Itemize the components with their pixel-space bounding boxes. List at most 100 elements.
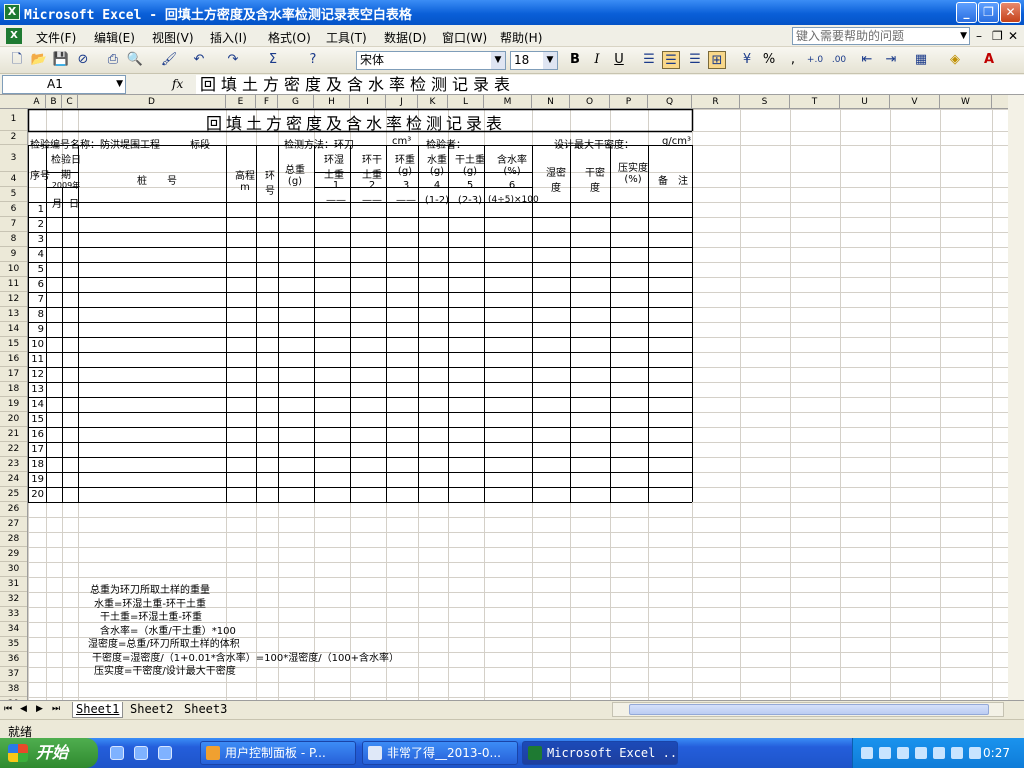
doc-close-icon[interactable]: ✕ [1008,29,1018,43]
column-header-d[interactable]: D [78,95,226,109]
excel-app-icon[interactable]: X [4,4,20,20]
restore-button[interactable]: ❐ [978,2,999,23]
row-header-13[interactable]: 13 [0,307,27,322]
format-painter-icon[interactable]: 🖌 [160,51,178,69]
align-left-icon[interactable]: ☰ [640,51,658,69]
row-header-35[interactable]: 35 [0,637,27,652]
row-header-26[interactable]: 26 [0,502,27,517]
row-header-4[interactable]: 4 [0,172,27,187]
row-header-24[interactable]: 24 [0,472,27,487]
menu-insert[interactable]: 插入(I) [210,29,247,46]
doc-restore-icon[interactable]: ❐ [992,29,1003,43]
network-icon[interactable] [915,747,927,759]
column-header-i[interactable]: I [350,95,386,109]
column-header-t[interactable]: T [790,95,840,109]
chevron-down-icon[interactable]: ▼ [543,52,557,69]
row-header-19[interactable]: 19 [0,397,27,412]
doc-minimize-icon[interactable]: – [976,29,982,43]
row-header-22[interactable]: 22 [0,442,27,457]
row-header-18[interactable]: 18 [0,382,27,397]
horizontal-scrollbar[interactable] [612,702,1004,717]
column-header-m[interactable]: M [484,95,532,109]
row-header-1[interactable]: 1 [0,109,27,131]
network-icon[interactable] [933,747,945,759]
row-header-3[interactable]: 3 [0,145,27,172]
column-header-r[interactable]: R [692,95,740,109]
font-size-select[interactable]: 18 ▼ [510,51,558,70]
column-header-g[interactable]: G [278,95,314,109]
increase-indent-icon[interactable]: ⇥ [882,51,900,69]
increase-decimal-icon[interactable]: +.0 [806,51,824,69]
row-header-37[interactable]: 37 [0,667,27,682]
row-header-38[interactable]: 38 [0,682,27,697]
permission-icon[interactable]: ⊘ [74,51,92,69]
chevron-down-icon[interactable]: ▼ [116,76,123,93]
workbook-icon[interactable]: X [6,28,22,44]
undo-icon[interactable]: ↶ [190,51,208,69]
save-icon[interactable]: 💾 [52,51,70,69]
chevron-down-icon[interactable]: ▼ [960,28,967,44]
column-header-s[interactable]: S [740,95,790,109]
column-header-p[interactable]: P [610,95,648,109]
row-header-9[interactable]: 9 [0,247,27,262]
menu-edit[interactable]: 编辑(E) [94,29,135,46]
start-button[interactable]: 开始 [0,738,98,768]
tray-icon[interactable] [879,747,891,759]
row-header-6[interactable]: 6 [0,202,27,217]
column-header-e[interactable]: E [226,95,256,109]
decrease-decimal-icon[interactable]: .00 [830,51,848,69]
column-header-u[interactable]: U [840,95,890,109]
menu-format[interactable]: 格式(O) [268,29,311,46]
scroll-thumb[interactable] [629,704,989,715]
column-header-h[interactable]: H [314,95,350,109]
tab-sheet3[interactable]: Sheet3 [184,702,227,718]
row-header-12[interactable]: 12 [0,292,27,307]
row-header-8[interactable]: 8 [0,232,27,247]
row-header-20[interactable]: 20 [0,412,27,427]
menu-help[interactable]: 帮助(H) [500,29,542,46]
row-header-36[interactable]: 36 [0,652,27,667]
taskbar-item-control-panel[interactable]: 用户控制面板 - P... [200,741,356,765]
row-header-16[interactable]: 16 [0,352,27,367]
underline-button[interactable]: U [610,51,628,69]
row-header-29[interactable]: 29 [0,547,27,562]
menu-window[interactable]: 窗口(W) [442,29,487,46]
column-header-b[interactable]: B [46,95,62,109]
media-icon[interactable] [158,746,172,760]
volume-icon[interactable] [951,747,963,759]
vertical-scrollbar[interactable] [1008,95,1024,700]
tab-sheet1[interactable]: Sheet1 [72,702,124,718]
row-header-5[interactable]: 5 [0,187,27,202]
redo-icon[interactable]: ↷ [224,51,242,69]
row-header-17[interactable]: 17 [0,367,27,382]
column-header-n[interactable]: N [532,95,570,109]
print-preview-icon[interactable]: 🔍 [126,51,144,69]
outlook-icon[interactable] [134,746,148,760]
row-header-23[interactable]: 23 [0,457,27,472]
font-name-select[interactable]: 宋体 ▼ [356,51,506,70]
merge-center-icon[interactable]: ⊞ [708,51,726,69]
minimize-button[interactable]: _ [956,2,977,23]
row-header-11[interactable]: 11 [0,277,27,292]
row-header-30[interactable]: 30 [0,562,27,577]
row-header-25[interactable]: 25 [0,487,27,502]
name-box[interactable]: A1 ▼ [2,75,126,94]
print-icon[interactable]: ⎙ [104,51,122,69]
decrease-indent-icon[interactable]: ⇤ [858,51,876,69]
column-header-j[interactable]: J [386,95,418,109]
column-header-l[interactable]: L [448,95,484,109]
last-sheet-icon[interactable]: ⏭ [52,704,60,714]
column-header-q[interactable]: Q [648,95,692,109]
prev-sheet-icon[interactable]: ◀ [20,704,27,714]
align-right-icon[interactable]: ☰ [686,51,704,69]
column-header-w[interactable]: W [940,95,992,109]
chevron-down-icon[interactable]: ▼ [491,52,505,69]
percent-button[interactable]: % [760,51,778,69]
italic-button[interactable]: I [588,51,606,69]
taskbar-item-browser[interactable]: 非常了得__2013-0... [362,741,518,765]
row-header-15[interactable]: 15 [0,337,27,352]
row-header-14[interactable]: 14 [0,322,27,337]
first-sheet-icon[interactable]: ⏮ [4,704,12,714]
next-sheet-icon[interactable]: ▶ [36,704,43,714]
row-header-10[interactable]: 10 [0,262,27,277]
